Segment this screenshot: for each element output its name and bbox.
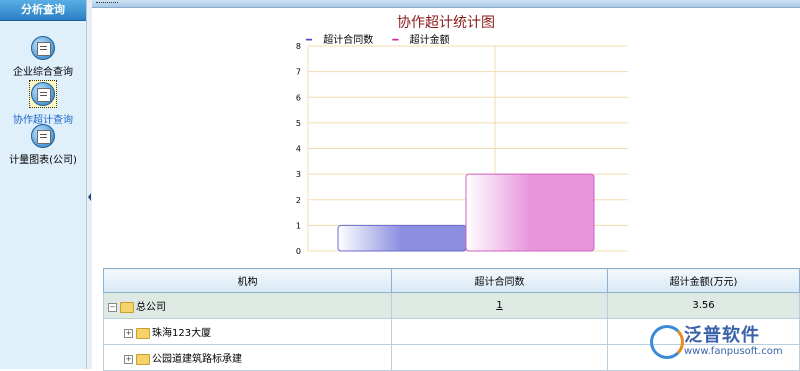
y-tick-label: 7: [296, 68, 301, 77]
table-row[interactable]: − 总公司 1 3.56: [103, 292, 800, 319]
y-tick-label: 8: [296, 42, 301, 51]
folder-icon: [136, 327, 150, 339]
bar-contract-count[interactable]: [337, 224, 467, 252]
sidebar-item-collab-query[interactable]: 协作超计查询: [0, 80, 86, 126]
y-tick-label: 2: [296, 196, 301, 205]
count-link[interactable]: 1: [496, 300, 502, 311]
brand-url: www.fanpusoft.com: [684, 346, 783, 357]
folder-icon: [136, 353, 150, 365]
y-tick-label: 0: [296, 247, 301, 256]
open-folder-icon: [120, 301, 134, 313]
brand-logo-icon: [650, 325, 684, 359]
expand-icon[interactable]: +: [124, 354, 133, 364]
y-tick-label: 3: [296, 170, 301, 179]
collapse-icon[interactable]: −: [108, 302, 117, 312]
brand-name: 泛普软件: [684, 325, 760, 346]
count-cell: [391, 344, 608, 371]
column-header-count[interactable]: 超计合同数: [391, 268, 608, 293]
y-tick-label: 4: [296, 145, 301, 154]
org-name: 珠海123大厦: [152, 328, 212, 339]
sidebar-item-label: 计量图表(公司): [9, 155, 77, 166]
sidebar: 分析查询 企业综合查询 协作超计查询 计量图表(公司): [0, 0, 87, 369]
bar-chart: 0 1 2 3 4 5 6 7 8: [296, 42, 628, 256]
chart-title: 协作超计统计图: [397, 15, 495, 31]
report-icon: [31, 124, 55, 148]
y-tick-label: 6: [296, 93, 301, 102]
sidebar-title: 分析查询: [0, 0, 86, 21]
collapse-splitter[interactable]: [86, 0, 92, 369]
org-name: 总公司: [136, 302, 166, 313]
sidebar-item-measure-chart[interactable]: 计量图表(公司): [0, 124, 86, 166]
grip-icon[interactable]: [96, 2, 118, 6]
expand-icon[interactable]: +: [124, 328, 133, 338]
collapse-arrow-icon[interactable]: [88, 193, 91, 201]
y-tick-label: 5: [296, 119, 301, 128]
count-cell: [391, 318, 608, 345]
column-header-amount[interactable]: 超计金额(万元): [607, 268, 800, 293]
org-name: 公园道建筑路标承建: [152, 354, 242, 365]
toolbar-strip: [92, 0, 800, 8]
bar-amount[interactable]: [465, 173, 595, 252]
document-icon: [31, 36, 55, 60]
y-tick-label: 1: [296, 221, 301, 230]
sidebar-item-enterprise-query[interactable]: 企业综合查询: [0, 36, 86, 78]
amount-cell: 3.56: [607, 292, 800, 319]
sidebar-item-label: 企业综合查询: [13, 67, 73, 78]
transfer-icon: [31, 82, 55, 106]
brand-watermark: 泛普软件 www.fanpusoft.com: [644, 319, 794, 361]
column-header-org[interactable]: 机构: [103, 268, 392, 293]
